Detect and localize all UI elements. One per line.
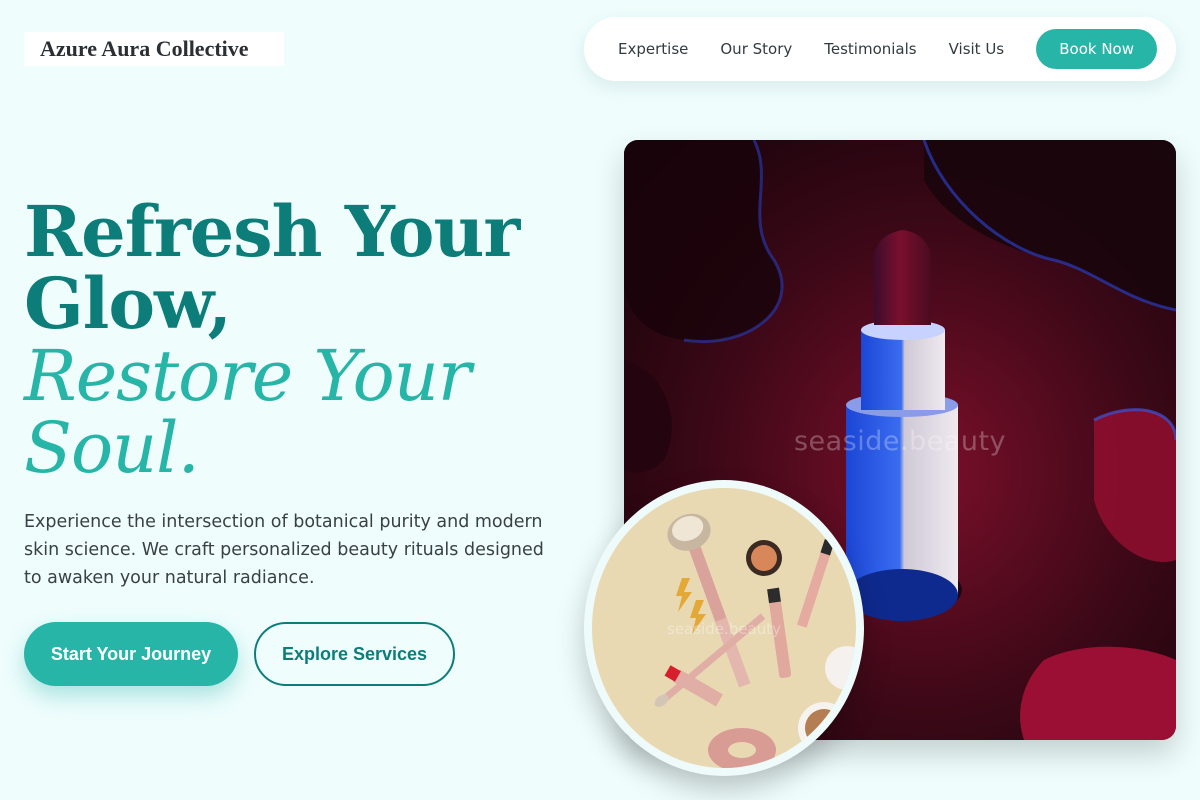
nav-link-our-story[interactable]: Our Story — [720, 40, 792, 58]
headline-line-1: Refresh Your — [24, 190, 520, 273]
brand-logo[interactable]: Azure Aura Collective — [24, 32, 284, 66]
hero-description: Experience the intersection of botanical… — [24, 512, 544, 588]
explore-services-button[interactable]: Explore Services — [254, 622, 455, 686]
headline-italic-line-2: Soul. — [24, 407, 200, 489]
nav-link-testimonials[interactable]: Testimonials — [824, 40, 916, 58]
circle-image-watermark: seaside.beauty — [667, 620, 781, 638]
book-now-button[interactable]: Book Now — [1036, 29, 1158, 69]
image-watermark: seaside.beauty — [793, 426, 1007, 457]
nav-link-expertise[interactable]: Expertise — [618, 40, 688, 58]
main-nav: Expertise Our Story Testimonials Visit U… — [584, 17, 1176, 81]
headline-line-2: Glow, — [24, 262, 232, 345]
nav-link-visit-us[interactable]: Visit Us — [949, 40, 1005, 58]
hero-headline: Refresh Your Glow, Restore Your Soul. — [24, 190, 584, 489]
start-journey-button[interactable]: Start Your Journey — [24, 622, 238, 686]
makeup-flatlay-image: seaside.beauty — [584, 480, 864, 776]
headline-italic-line-1: Restore Your — [24, 335, 471, 417]
